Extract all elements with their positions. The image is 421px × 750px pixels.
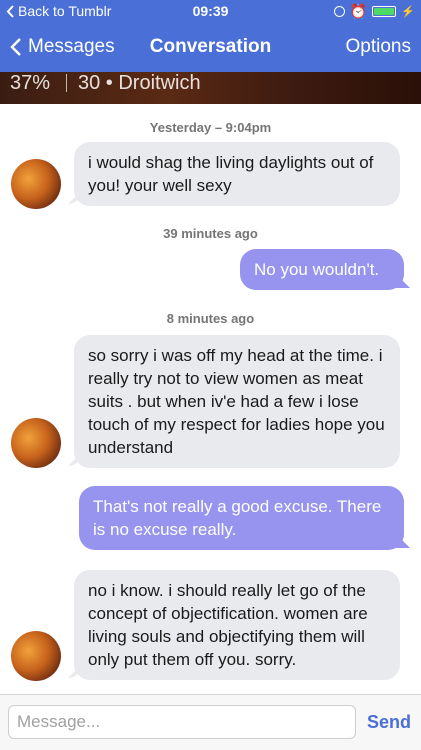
alarm-icon: ⏰ bbox=[349, 3, 368, 19]
incoming-message: so sorry i was off my head at the time. … bbox=[74, 335, 400, 468]
charging-icon: ⚡ bbox=[401, 6, 415, 18]
battery-icon bbox=[372, 6, 397, 17]
outgoing-message: That's not really a good excuse. There i… bbox=[79, 486, 404, 550]
nav-bar: Messages Conversation Options bbox=[0, 22, 421, 72]
timestamp: Yesterday – 9:04pm bbox=[149, 120, 272, 135]
message-thread[interactable]: Yesterday – 9:04pm i would shag the livi… bbox=[0, 104, 421, 694]
avatar[interactable] bbox=[11, 159, 61, 209]
message-input[interactable] bbox=[8, 705, 356, 739]
message-composer: Send bbox=[0, 694, 421, 750]
timestamp: 39 minutes ago bbox=[163, 226, 258, 241]
send-button[interactable]: Send bbox=[367, 712, 411, 733]
incoming-message: i would shag the living daylights out of… bbox=[74, 142, 400, 206]
orientation-lock-icon bbox=[333, 6, 345, 17]
match-percent: 37% bbox=[10, 72, 51, 94]
timestamp: 8 minutes ago bbox=[166, 311, 255, 326]
options-button[interactable]: Options bbox=[346, 36, 411, 58]
age-location: 30 • Droitwich bbox=[78, 72, 201, 94]
incoming-message: no i know. i should really let go of the… bbox=[74, 570, 400, 680]
outgoing-message: No you wouldn't. bbox=[240, 249, 404, 290]
profile-header[interactable]: 37% 30 • Droitwich bbox=[0, 72, 421, 104]
divider bbox=[66, 74, 67, 92]
avatar[interactable] bbox=[11, 418, 61, 468]
status-bar: Back to Tumblr 09:39 ⏰ ⚡ bbox=[0, 0, 421, 22]
avatar[interactable] bbox=[11, 631, 61, 681]
